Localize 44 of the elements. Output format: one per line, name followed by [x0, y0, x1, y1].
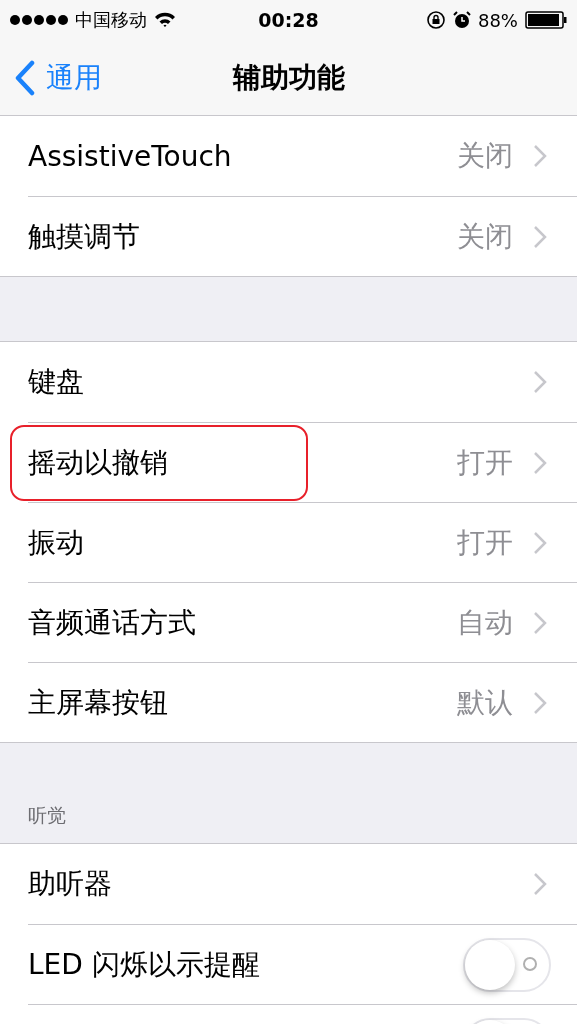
chevron-left-icon: [14, 59, 36, 96]
status-time: 00:28: [258, 9, 319, 31]
alarm-icon: [452, 11, 471, 29]
row-label: 助听器: [28, 866, 112, 902]
row-label: 触摸调节: [28, 218, 140, 255]
battery-percent: 88%: [477, 9, 518, 31]
chevron-right-icon: [533, 872, 547, 896]
chevron-right-icon: [533, 144, 547, 168]
row-label: 键盘: [28, 364, 84, 400]
settings-row[interactable]: 摇动以撤销 打开: [28, 422, 577, 502]
row-label: 音频通话方式: [28, 604, 196, 641]
row-label: 主屏幕按钮: [28, 684, 168, 721]
settings-row[interactable]: AssistiveTouch 关闭: [0, 116, 577, 196]
settings-row[interactable]: 振动 打开: [28, 502, 577, 582]
row-label: 振动: [28, 524, 84, 561]
settings-row[interactable]: 主屏幕按钮 默认: [28, 662, 577, 742]
row-label: 摇动以撤销: [28, 444, 168, 481]
chevron-right-icon: [533, 530, 547, 555]
chevron-right-icon: [533, 610, 547, 635]
section-header: 听觉: [28, 803, 66, 828]
row-value: 默认: [457, 684, 513, 721]
chevron-right-icon: [533, 450, 547, 475]
row-value: 打开: [457, 444, 513, 481]
rotation-lock-icon: [425, 10, 446, 30]
carrier-name: 中国移动: [75, 8, 147, 32]
settings-row[interactable]: 音频通话方式 自动: [28, 582, 577, 662]
row-value: 关闭: [457, 218, 513, 255]
chevron-right-icon: [533, 224, 547, 249]
signal-icon: [10, 15, 68, 25]
row-label: LED 闪烁以示提醒: [28, 946, 260, 983]
row-label: AssistiveTouch: [28, 139, 232, 173]
chevron-right-icon: [533, 690, 547, 715]
toggle-switch[interactable]: [463, 937, 551, 992]
settings-row[interactable]: 键盘: [0, 342, 577, 422]
wifi-icon: [154, 12, 176, 28]
row-value: 打开: [457, 524, 513, 561]
toggle-row[interactable]: LED 闪烁以示提醒: [28, 924, 577, 1004]
row-value: 关闭: [457, 138, 513, 174]
chevron-right-icon: [533, 370, 547, 394]
nav-title: 辅助功能: [232, 59, 345, 96]
settings-row[interactable]: 触摸调节 关闭: [28, 196, 577, 276]
row-value: 自动: [457, 604, 513, 641]
settings-row[interactable]: 助听器: [0, 844, 577, 924]
battery-icon: [525, 11, 567, 29]
